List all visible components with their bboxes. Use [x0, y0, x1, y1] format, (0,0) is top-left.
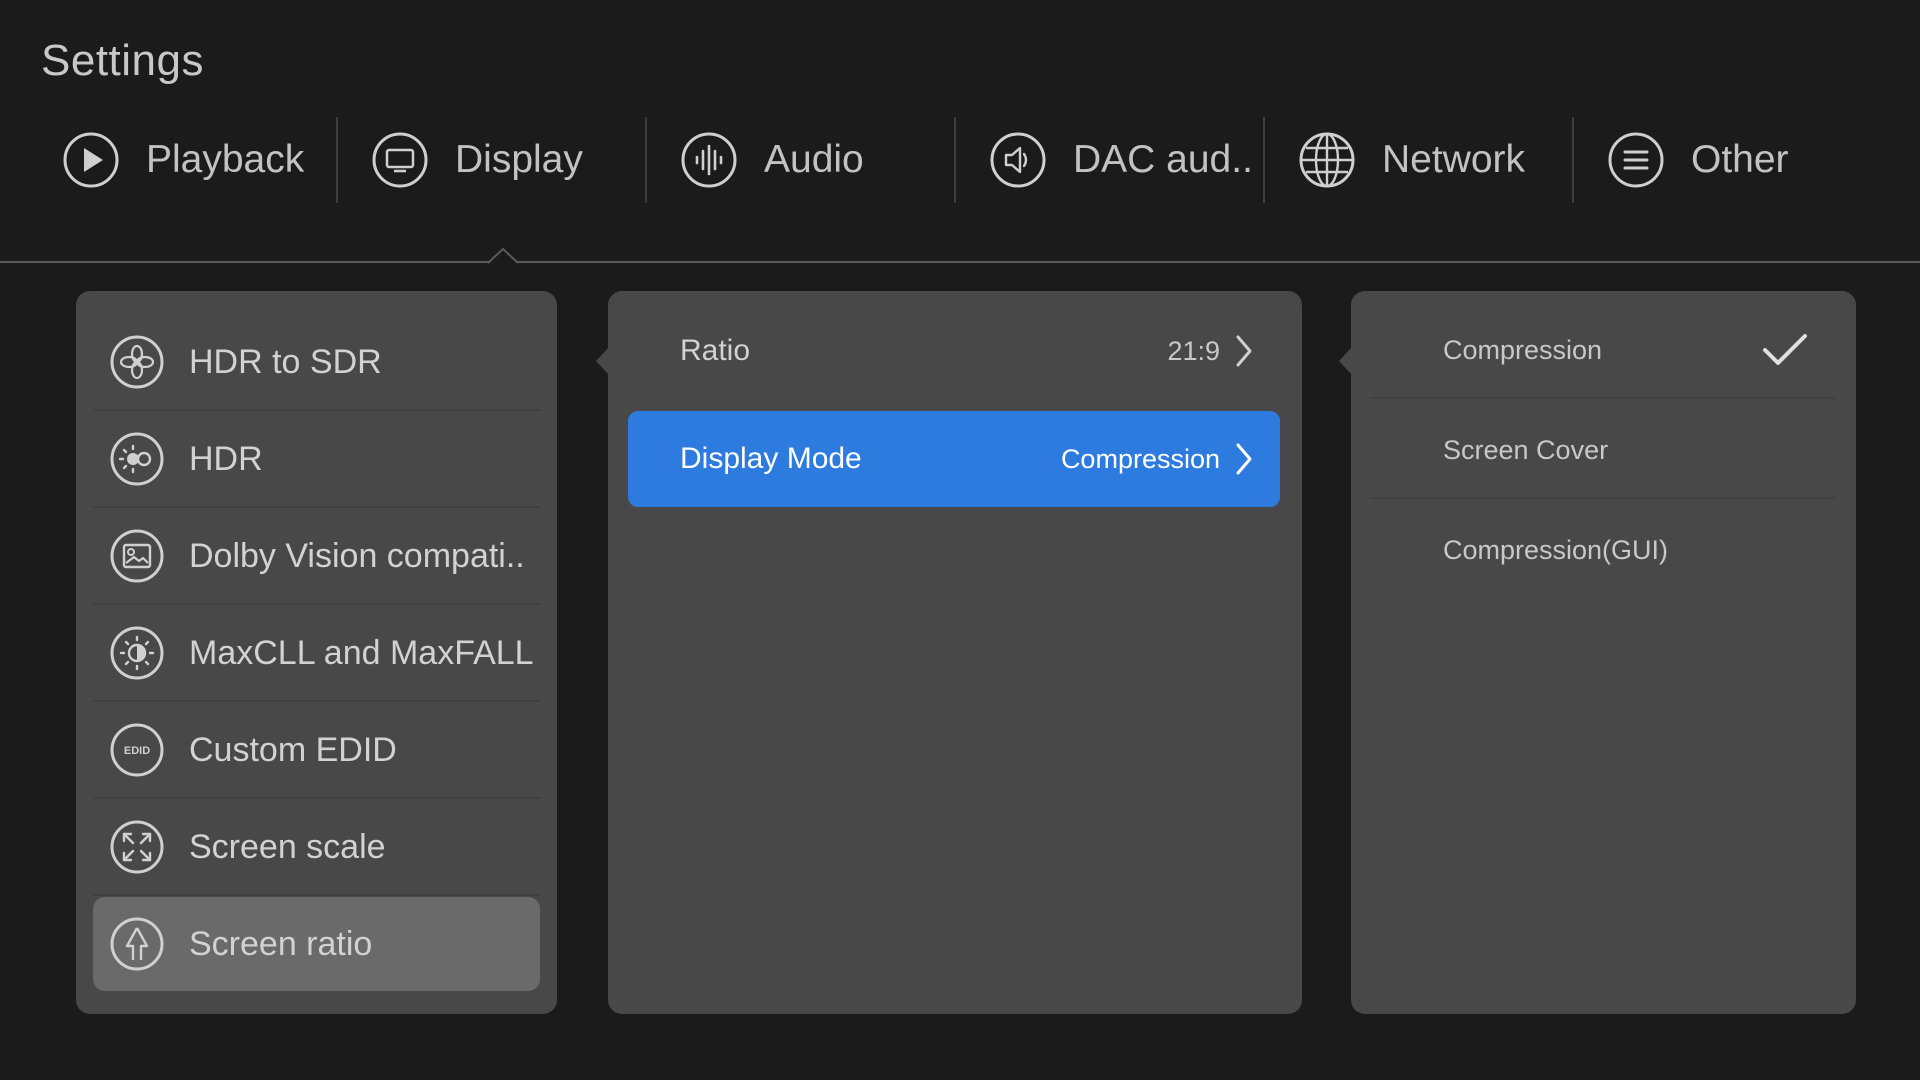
category-tabs: Playback Display Audio DAC aud.. Network… — [0, 117, 1920, 203]
menu-item-label: Screen scale — [189, 827, 386, 866]
divider — [93, 409, 540, 411]
menu-item-label: HDR — [189, 439, 263, 478]
play-circle-icon — [63, 132, 119, 188]
ratio-arrow-icon — [110, 917, 164, 971]
page-title: Settings — [41, 36, 204, 85]
edid-badge-icon: EDID — [110, 723, 164, 777]
option-value: 21:9 — [1167, 335, 1220, 366]
divider — [93, 603, 540, 605]
option-display-mode[interactable]: Display Mode Compression — [628, 411, 1280, 507]
settings-screen: Settings Playback Display Audio DAC aud.… — [0, 0, 1920, 1080]
active-tab-caret — [488, 248, 518, 264]
choice-label: Compression(GUI) — [1443, 534, 1669, 565]
tab-underline — [0, 261, 1920, 263]
divider — [93, 894, 540, 896]
chevron-right-icon — [1236, 443, 1252, 475]
menu-lines-icon — [1608, 132, 1664, 188]
option-ratio[interactable]: Ratio 21:9 — [628, 303, 1280, 399]
option-label: Ratio — [680, 334, 751, 367]
screen-ratio-panel: Ratio 21:9 Display Mode Compression — [608, 291, 1302, 1014]
display-menu-panel: HDR to SDR HDR Dolby Vision compati.. Ma… — [76, 291, 557, 1014]
hdr-sun-icon — [110, 432, 164, 486]
choice-compression[interactable]: Compression — [1371, 301, 1836, 399]
menu-item-maxcll-maxfall[interactable]: MaxCLL and MaxFALL — [93, 606, 540, 702]
menu-item-hdr[interactable]: HDR — [93, 412, 540, 508]
divider — [1371, 497, 1836, 499]
tab-divider — [1263, 117, 1265, 203]
menu-item-hdr-to-sdr[interactable]: HDR to SDR — [93, 315, 540, 411]
option-value: Compression — [1060, 443, 1220, 474]
tab-divider — [645, 117, 647, 203]
tab-label: Audio — [764, 138, 864, 181]
speaker-icon — [990, 132, 1046, 188]
tab-label: Playback — [146, 138, 305, 181]
menu-item-custom-edid[interactable]: EDID Custom EDID — [93, 703, 540, 799]
menu-item-screen-scale[interactable]: Screen scale — [93, 800, 540, 896]
choice-screen-cover[interactable]: Screen Cover — [1371, 401, 1836, 499]
tab-dac-audio[interactable]: DAC aud.. — [989, 117, 1253, 203]
globe-icon — [1299, 132, 1355, 188]
choice-label: Compression — [1443, 334, 1603, 365]
tab-display[interactable]: Display — [371, 117, 583, 203]
aperture-icon — [110, 335, 164, 389]
option-label: Display Mode — [680, 442, 862, 475]
tab-other[interactable]: Other — [1607, 117, 1789, 203]
menu-item-label: Dolby Vision compati.. — [189, 536, 525, 575]
monitor-icon — [372, 132, 428, 188]
tab-label: Display — [455, 138, 583, 181]
tab-playback[interactable]: Playback — [62, 117, 304, 203]
divider — [93, 797, 540, 799]
tab-audio[interactable]: Audio — [680, 117, 864, 203]
choice-compression-gui[interactable]: Compression(GUI) — [1371, 501, 1836, 599]
image-frame-icon — [110, 529, 164, 583]
edid-badge-text: EDID — [124, 745, 150, 757]
display-mode-panel: Compression Screen Cover Compression(GUI… — [1351, 291, 1856, 1014]
expand-arrows-icon — [110, 820, 164, 874]
tab-divider — [336, 117, 338, 203]
menu-item-label: MaxCLL and MaxFALL — [189, 633, 534, 672]
divider — [93, 506, 540, 508]
divider — [1371, 397, 1836, 399]
tab-divider — [954, 117, 956, 203]
brightness-icon — [110, 626, 164, 680]
checkmark-icon — [1763, 334, 1807, 365]
tab-divider — [1572, 117, 1574, 203]
tab-label: Other — [1691, 138, 1789, 181]
menu-item-label: Custom EDID — [189, 730, 397, 769]
choice-label: Screen Cover — [1443, 434, 1609, 465]
chevron-right-icon — [1236, 335, 1252, 367]
menu-item-label: Screen ratio — [189, 924, 373, 963]
audio-wave-icon — [681, 132, 737, 188]
menu-item-label: HDR to SDR — [189, 342, 382, 381]
menu-item-dolby-vision[interactable]: Dolby Vision compati.. — [93, 509, 540, 605]
menu-item-screen-ratio[interactable]: Screen ratio — [93, 897, 540, 991]
divider — [93, 700, 540, 702]
tab-network[interactable]: Network — [1298, 117, 1525, 203]
tab-label: DAC aud.. — [1073, 138, 1253, 181]
tab-label: Network — [1382, 138, 1526, 181]
